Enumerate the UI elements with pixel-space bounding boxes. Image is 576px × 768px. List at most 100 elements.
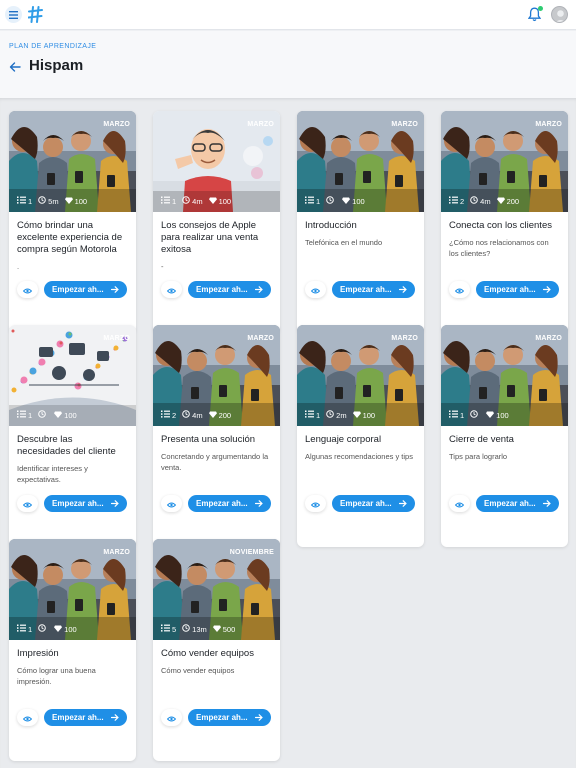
- preview-button[interactable]: [17, 495, 38, 512]
- start-button-label: Empezar ah...: [196, 285, 248, 294]
- preview-button[interactable]: [305, 495, 326, 512]
- start-button[interactable]: Empezar ah...: [188, 709, 271, 726]
- points-stat: 200: [496, 197, 519, 206]
- start-button-label: Empezar ah...: [52, 285, 104, 294]
- start-button-label: Empezar ah...: [196, 499, 248, 508]
- points-stat: 200: [208, 410, 232, 420]
- month-badge: MARZO: [103, 549, 130, 556]
- avatar[interactable]: [551, 6, 568, 23]
- time-value: 4m: [192, 410, 203, 420]
- time-stat: [470, 410, 480, 420]
- clock-icon: [470, 196, 478, 206]
- list-icon: [305, 410, 314, 420]
- hashtag-logo[interactable]: [28, 6, 43, 23]
- points-value: 200: [218, 410, 232, 420]
- gem-icon: [208, 197, 217, 206]
- month-badge: MARZO: [103, 121, 130, 128]
- month-badge: MARZO: [535, 121, 562, 128]
- points-value: 100: [74, 196, 88, 206]
- lessons-value: 1: [28, 624, 33, 634]
- preview-button[interactable]: [161, 709, 182, 726]
- preview-button[interactable]: [449, 495, 470, 512]
- card-actions: Empezar ah...: [449, 495, 559, 512]
- course-stats: 1 5m 100: [17, 196, 87, 206]
- points-value: 100: [496, 410, 509, 420]
- time-stat: 5m: [38, 196, 59, 206]
- clock-icon: [38, 196, 46, 206]
- eye-icon: [454, 281, 465, 299]
- start-button[interactable]: Empezar ah...: [188, 495, 271, 512]
- breadcrumb[interactable]: PLAN DE APRENDIZAJE: [9, 43, 96, 50]
- course-stats: 1 100: [17, 410, 77, 420]
- card-actions: Empezar ah...: [305, 495, 415, 512]
- gem-icon: [342, 197, 351, 206]
- gem-icon: [212, 625, 221, 634]
- card-body: Lenguaje corporal Algunas recomendacione…: [297, 426, 424, 547]
- start-button[interactable]: Empezar ah...: [188, 281, 271, 298]
- menu-icon[interactable]: [5, 6, 22, 23]
- month-badge: MARZO: [391, 121, 418, 128]
- course-card[interactable]: MARZO 1 5m 100 Cómo brindar una excelent…: [9, 111, 136, 333]
- preview-button[interactable]: [17, 709, 38, 726]
- preview-button[interactable]: [17, 281, 38, 298]
- start-button[interactable]: Empezar ah...: [476, 495, 559, 512]
- start-button-label: Empezar ah...: [52, 499, 104, 508]
- start-button-label: Empezar ah...: [196, 713, 248, 722]
- course-image: MARZO 1 100: [297, 111, 424, 212]
- course-card[interactable]: MARZO 2 4m 200 Conecta con los clientes …: [441, 111, 568, 333]
- course-description: Identificar intereses y expectativas.: [17, 464, 88, 484]
- course-card[interactable]: MARZO 1 100 Introducción Telefónica en e…: [297, 111, 424, 333]
- time-stat: 4m: [470, 196, 491, 206]
- course-card[interactable]: MARZO 1 100 Descubre las necesidades del…: [9, 325, 136, 547]
- course-card[interactable]: MARZO 1 4m 100 Los consejos de Apple par…: [153, 111, 280, 333]
- list-icon: [17, 410, 26, 420]
- course-stats: 1 100: [305, 196, 365, 206]
- points-value: 500: [222, 624, 236, 634]
- list-icon: [17, 624, 26, 634]
- start-button-label: Empezar ah...: [340, 285, 392, 294]
- course-card[interactable]: MARZO 2 4m 200 Presenta una solución Con…: [153, 325, 280, 547]
- course-title: Cómo brindar una excelente experiencia d…: [17, 220, 123, 255]
- course-description: -: [161, 262, 164, 271]
- preview-button[interactable]: [161, 495, 182, 512]
- card-actions: Empezar ah...: [161, 495, 271, 512]
- start-button[interactable]: Empezar ah...: [476, 281, 559, 298]
- month-badge: MARZO: [247, 121, 274, 128]
- eye-icon: [454, 495, 465, 513]
- arrow-left-icon[interactable]: [9, 61, 21, 73]
- eye-icon: [22, 281, 33, 299]
- start-button[interactable]: Empezar ah...: [44, 709, 127, 726]
- lessons-stat: 1: [17, 624, 32, 634]
- course-title: Cómo vender equipos: [161, 648, 254, 659]
- course-card[interactable]: MARZO 1 100 Impresión Cómo lograr una bu…: [9, 539, 136, 761]
- course-title: Cierre de venta: [449, 434, 514, 445]
- eye-icon: [166, 281, 177, 299]
- notification-dot: [538, 6, 543, 11]
- start-button[interactable]: Empezar ah...: [332, 495, 415, 512]
- arrow-right-icon: [542, 285, 551, 295]
- points-stat: 500: [212, 624, 236, 634]
- time-value: 5m: [48, 196, 59, 206]
- preview-button[interactable]: [161, 281, 182, 298]
- course-description: .: [17, 262, 20, 271]
- card-actions: Empezar ah...: [449, 281, 559, 298]
- course-description: Telefónica en el mundo: [305, 238, 383, 247]
- start-button[interactable]: Empezar ah...: [44, 495, 127, 512]
- start-button[interactable]: Empezar ah...: [44, 281, 127, 298]
- lessons-value: 5: [172, 624, 177, 634]
- gem-icon: [496, 197, 505, 206]
- course-card[interactable]: NOVIEMBRE 5 13m 500 Cómo vender equipos …: [153, 539, 280, 761]
- course-image: MARZO 2 4m 200: [153, 325, 280, 426]
- course-title: Conecta con los clientes: [449, 220, 552, 231]
- course-image: MARZO 1 2m 100: [297, 325, 424, 426]
- course-card[interactable]: MARZO 1 100 Cierre de venta Tips para lo…: [441, 325, 568, 547]
- time-value: 4m: [480, 196, 491, 206]
- start-button[interactable]: Empezar ah...: [332, 281, 415, 298]
- card-actions: Empezar ah...: [17, 709, 127, 726]
- preview-button[interactable]: [449, 281, 470, 298]
- course-image: MARZO 1 100: [441, 325, 568, 426]
- preview-button[interactable]: [305, 281, 326, 298]
- course-card[interactable]: MARZO 1 2m 100 Lenguaje corporal Algunas…: [297, 325, 424, 547]
- card-body: Conecta con los clientes ¿Cómo nos relac…: [441, 212, 568, 333]
- clock-icon: [38, 410, 46, 420]
